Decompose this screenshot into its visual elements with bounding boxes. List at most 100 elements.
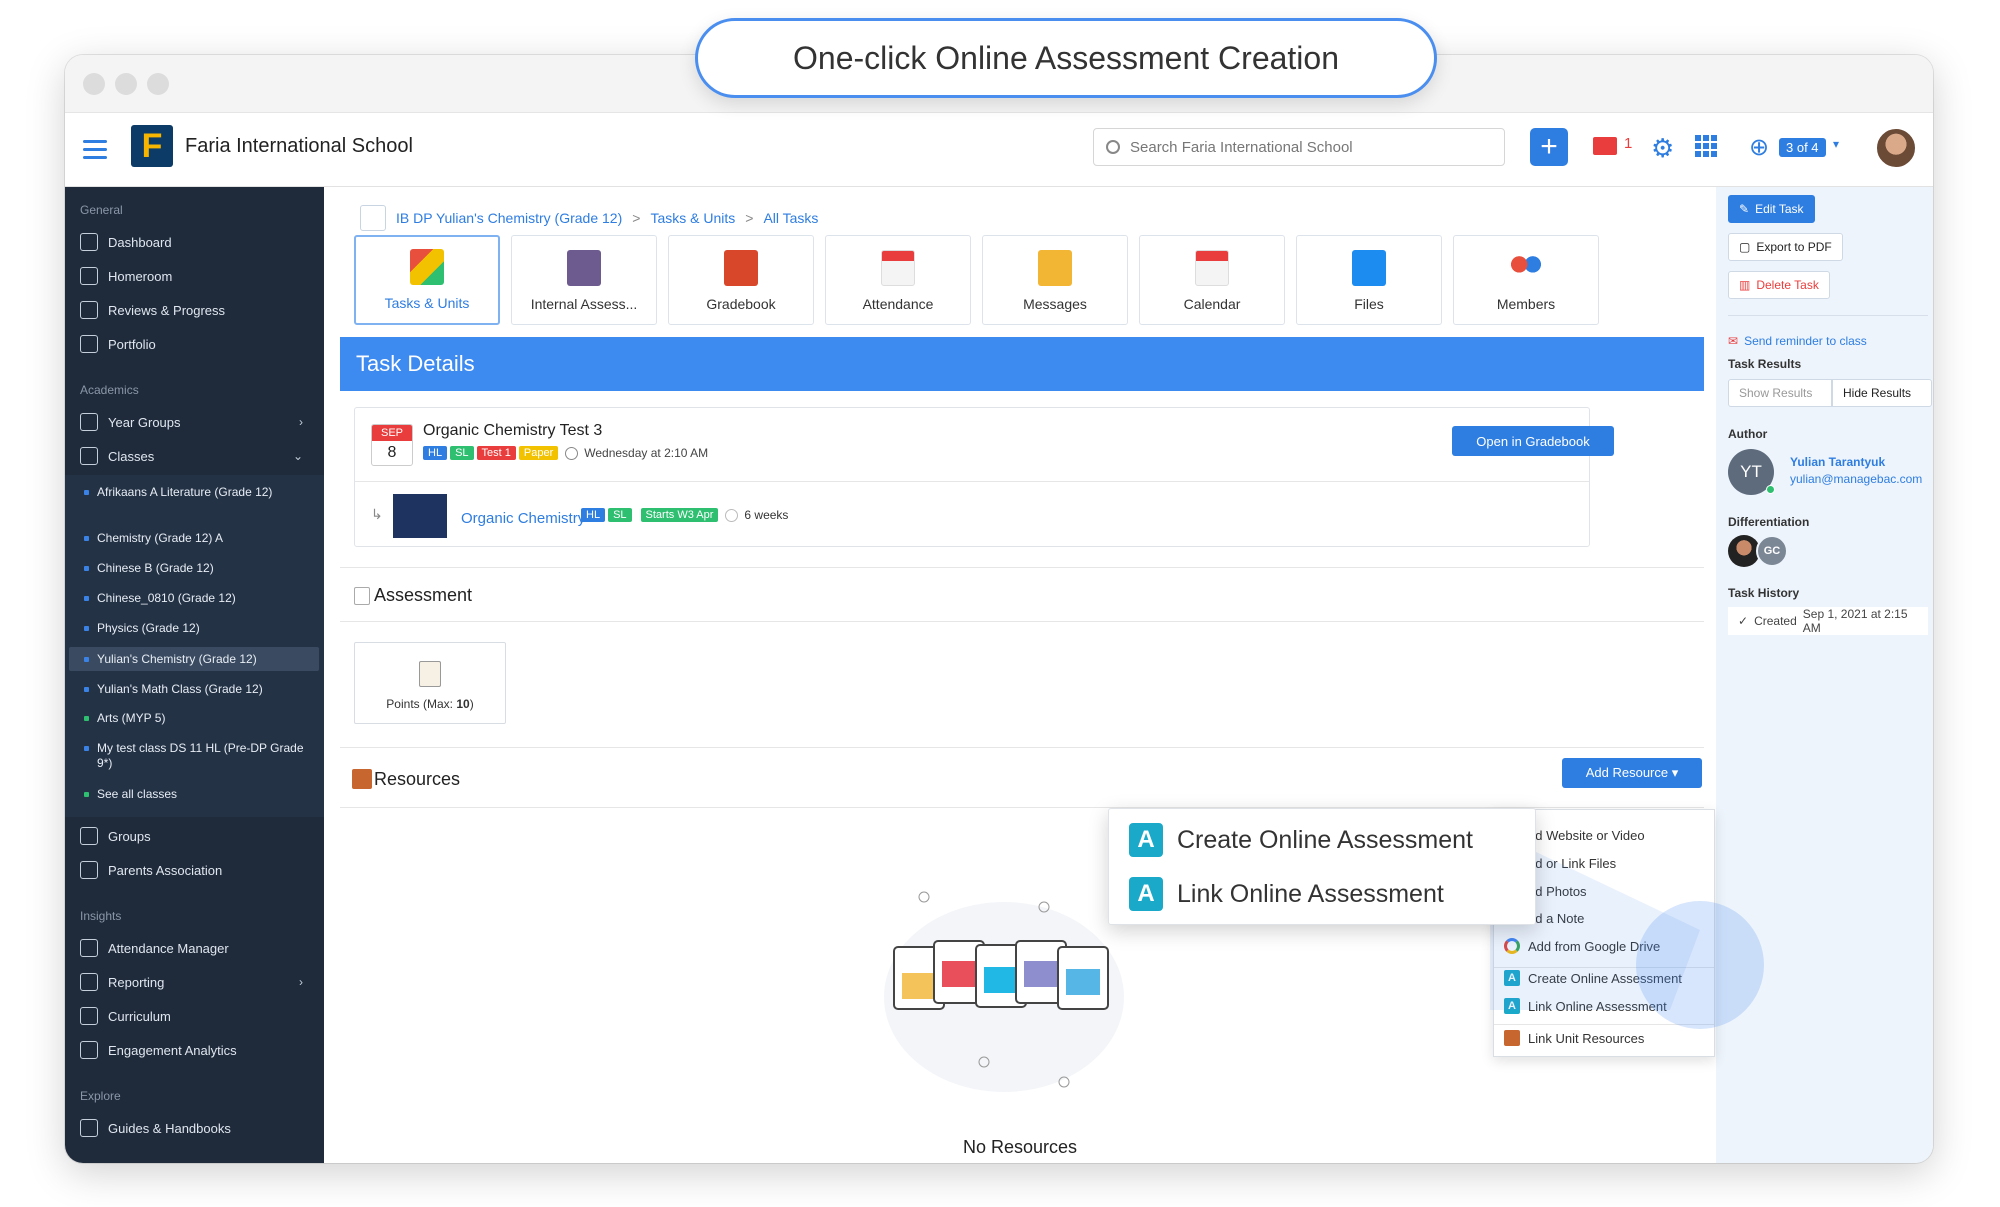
- task-details-header: Task Details: [340, 337, 1704, 391]
- members-icon: [1509, 250, 1543, 286]
- grid-icon[interactable]: [360, 205, 386, 231]
- class-item[interactable]: Yulian's Math Class (Grade 12): [84, 682, 307, 697]
- sidebar-item-homeroom[interactable]: Homeroom: [80, 267, 315, 285]
- tab-files[interactable]: Files: [1296, 235, 1442, 325]
- zoom-create-assessment[interactable]: A Create Online Assessment: [1129, 823, 1473, 857]
- unit-duration: 6 weeks: [744, 508, 789, 522]
- sidebar-item-classes[interactable]: Classes ⌄: [80, 447, 315, 465]
- tag-sl: SL: [450, 446, 474, 460]
- page-counter[interactable]: 3 of 4: [1779, 138, 1826, 157]
- window-minimize-button[interactable]: [115, 73, 137, 95]
- home-icon: [80, 267, 98, 285]
- sidebar-item-portfolio[interactable]: Portfolio: [80, 335, 315, 353]
- calendar-icon: [1195, 250, 1229, 286]
- school-name[interactable]: Faria International School: [185, 135, 413, 158]
- breadcrumb: IB DP Yulian's Chemistry (Grade 12) > Ta…: [360, 205, 818, 231]
- online-status-dot: [1766, 485, 1775, 494]
- zoomed-assessment-menu: A Create Online Assessment A Link Online A…: [1108, 808, 1536, 925]
- sidebar-item-reporting[interactable]: Reporting ›: [80, 973, 315, 991]
- task-results-label: Task Results: [1728, 357, 1802, 371]
- pencil-icon: ✎: [1739, 202, 1750, 216]
- puzzle-icon: [410, 249, 444, 285]
- hide-results-button[interactable]: Hide Results: [1832, 379, 1932, 407]
- class-item[interactable]: My test class DS 11 HL (Pre-DP Grade 9*): [84, 741, 307, 771]
- mail-icon[interactable]: [1593, 137, 1617, 155]
- class-item[interactable]: Afrikaans A Literature (Grade 12): [84, 485, 307, 500]
- task-title: Organic Chemistry Test 3: [423, 422, 603, 439]
- delete-task-button[interactable]: ▥ Delete Task: [1728, 271, 1830, 299]
- tab-members[interactable]: Members: [1453, 235, 1599, 325]
- window-maximize-button[interactable]: [147, 73, 169, 95]
- class-item[interactable]: Chemistry (Grade 12) A: [84, 531, 307, 546]
- sidebar-item-engagement[interactable]: Engagement Analytics: [80, 1041, 315, 1059]
- tab-gradebook[interactable]: Gradebook: [668, 235, 814, 325]
- school-logo: F: [131, 125, 173, 167]
- clipboard-icon: [419, 661, 441, 687]
- divider: [340, 567, 1704, 568]
- show-results-button[interactable]: Show Results: [1728, 379, 1832, 407]
- trash-icon: ▥: [1739, 278, 1751, 292]
- book-icon: [80, 1007, 98, 1025]
- author-email[interactable]: yulian@managebac.com: [1790, 472, 1922, 486]
- class-item[interactable]: Physics (Grade 12): [84, 621, 307, 636]
- breadcrumb-page[interactable]: All Tasks: [763, 210, 818, 226]
- export-pdf-button[interactable]: ▢ Export to PDF: [1728, 233, 1843, 261]
- chevron-down-icon[interactable]: ▾: [1833, 137, 1839, 151]
- tab-messages[interactable]: Messages: [982, 235, 1128, 325]
- tab-tasks-units[interactable]: Tasks & Units: [354, 235, 500, 325]
- author-label: Author: [1728, 427, 1768, 441]
- open-gradebook-button[interactable]: Open in Gradebook: [1452, 426, 1614, 456]
- gear-icon[interactable]: ⚙: [1651, 133, 1674, 164]
- divider: [340, 621, 1704, 622]
- author-name[interactable]: Yulian Tarantyuk: [1790, 455, 1885, 469]
- assessment-app-icon: A: [1129, 823, 1163, 857]
- see-all-classes-link[interactable]: See all classes: [84, 787, 307, 802]
- date-badge: SEP 8: [371, 424, 413, 466]
- calendar-icon: [80, 939, 98, 957]
- sidebar-item-curriculum[interactable]: Curriculum: [80, 1007, 315, 1025]
- class-item[interactable]: Chinese B (Grade 12): [84, 561, 307, 576]
- add-resource-button[interactable]: Add Resource ▾: [1562, 758, 1702, 788]
- mail-icon: ✉: [1728, 334, 1739, 348]
- tab-internal-assessment[interactable]: Internal Assess...: [511, 235, 657, 325]
- breadcrumb-class[interactable]: IB DP Yulian's Chemistry (Grade 12): [396, 210, 622, 226]
- unit-thumbnail[interactable]: [393, 494, 447, 538]
- year-groups-icon: [80, 413, 98, 431]
- clock-icon: [725, 508, 739, 522]
- unit-link[interactable]: Organic Chemistry: [461, 510, 585, 527]
- menu-icon[interactable]: [83, 135, 107, 164]
- notebook-icon: [567, 250, 601, 286]
- window-close-button[interactable]: [83, 73, 105, 95]
- tab-calendar[interactable]: Calendar: [1139, 235, 1285, 325]
- sidebar: General Dashboard Homeroom Reviews & Pro…: [65, 187, 324, 1163]
- sidebar-item-guides[interactable]: Guides & Handbooks: [80, 1119, 315, 1137]
- send-reminder-link[interactable]: ✉ Send reminder to class: [1728, 334, 1867, 348]
- sidebar-item-dashboard[interactable]: Dashboard: [80, 233, 315, 251]
- sidebar-item-groups[interactable]: Groups: [80, 827, 315, 845]
- sidebar-item-year-groups[interactable]: Year Groups ›: [80, 413, 315, 431]
- sidebar-item-reviews[interactable]: Reviews & Progress: [80, 301, 315, 319]
- search-input[interactable]: Search Faria International School: [1093, 128, 1505, 166]
- add-button[interactable]: +: [1530, 128, 1568, 166]
- student-avatar[interactable]: GC: [1756, 535, 1788, 567]
- sidebar-item-attendance-manager[interactable]: Attendance Manager: [80, 939, 315, 957]
- sidebar-section-general: General: [80, 203, 123, 217]
- file-icon: ▢: [1739, 240, 1751, 254]
- breadcrumb-section[interactable]: Tasks & Units: [650, 210, 735, 226]
- guides-icon: [80, 1119, 98, 1137]
- class-item[interactable]: Chinese_0810 (Grade 12): [84, 591, 307, 606]
- class-item[interactable]: Arts (MYP 5): [84, 711, 307, 726]
- zoom-link-assessment[interactable]: A Link Online Assessment: [1129, 877, 1444, 911]
- points-card[interactable]: Points (Max: 10): [354, 642, 506, 724]
- user-avatar[interactable]: [1875, 127, 1917, 169]
- edit-task-button[interactable]: ✎ Edit Task: [1728, 195, 1815, 223]
- mail-count: 1: [1624, 135, 1633, 152]
- banner-title: One-click Online Assessment Creation: [695, 18, 1437, 98]
- support-icon[interactable]: ⊕: [1749, 133, 1769, 162]
- apps-grid-icon[interactable]: [1695, 135, 1717, 157]
- sidebar-item-parents[interactable]: Parents Association: [80, 861, 315, 879]
- class-item-selected[interactable]: Yulian's Chemistry (Grade 12): [84, 652, 307, 667]
- differentiation-label: Differentiation: [1728, 515, 1810, 529]
- top-header: F Faria International School Search Fari…: [65, 113, 1933, 187]
- tab-attendance[interactable]: Attendance: [825, 235, 971, 325]
